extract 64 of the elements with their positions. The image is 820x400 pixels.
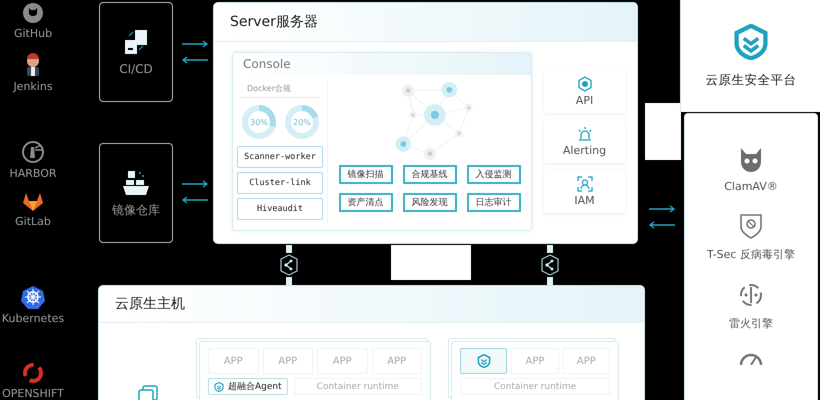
engine-label: 雷火引擎 <box>729 316 773 331</box>
service-label: IAM <box>574 194 595 207</box>
bidirectional-arrows-icon <box>181 180 209 204</box>
document-swap-icon <box>123 28 149 56</box>
bidirectional-arrows-icon <box>181 40 209 64</box>
helm-wheel-icon <box>21 285 45 309</box>
engine-label: T-Sec 反病毒引擎 <box>707 247 795 262</box>
app-slot: APP <box>317 348 368 374</box>
pipeline-label: 镜像仓库 <box>112 202 160 218</box>
worker-module: Hiveaudit <box>237 198 323 220</box>
crosshair-icon <box>738 282 764 308</box>
feature-tag: 风险发现 <box>402 193 456 212</box>
panel-title: Server服务器 <box>230 13 318 31</box>
alarm-light-icon <box>576 126 592 142</box>
graph-node <box>424 104 446 126</box>
feature-tag: 资产清点 <box>338 193 392 212</box>
runtime-layer: Container runtime <box>460 378 610 395</box>
platform-title: 云原生安全平台 <box>706 72 796 88</box>
source-label: GitHub <box>14 27 52 40</box>
source-label: Kubernetes <box>2 312 64 325</box>
source-label: GitLab <box>15 215 51 228</box>
graph-node <box>423 148 436 160</box>
graph-node <box>441 82 457 98</box>
worker-module: Scanner-worker <box>237 146 323 168</box>
agent-label: 超融合Agent <box>228 380 282 393</box>
api-badge-icon <box>576 76 592 92</box>
app-slot: APP <box>262 348 313 374</box>
ring-gauge: 20% <box>284 104 320 140</box>
feature-tag: 日志审计 <box>466 193 520 212</box>
service-label: API <box>576 94 594 107</box>
lighthouse-icon <box>21 140 45 164</box>
source-label: OPENSHIFT <box>2 387 64 400</box>
face-scan-icon <box>576 176 592 192</box>
app-slot: APP <box>511 348 559 374</box>
graph-node <box>408 111 416 119</box>
shield-chevron-logo-icon <box>733 24 769 60</box>
service-label: Alerting <box>562 144 606 157</box>
worker-module: Cluster-link <box>237 172 323 194</box>
pipeline-label: CI/CD <box>119 62 153 76</box>
runtime-layer: Container runtime <box>294 378 422 395</box>
feature-tag: 入侵监测 <box>466 165 520 184</box>
bidirectional-arrows-icon <box>648 205 676 229</box>
speedometer-icon <box>738 351 764 365</box>
source-label: Jenkins <box>13 80 53 93</box>
shield-gear-icon <box>738 213 763 239</box>
section-title: Docker合规 <box>241 81 319 98</box>
shield-chevron-logo-icon <box>476 354 491 368</box>
graph-node <box>454 129 462 138</box>
source-label: HARBOR <box>9 167 57 180</box>
console-title: Console <box>243 57 291 71</box>
ring-gauge: 30% <box>240 104 276 140</box>
shield-chevron-logo-icon <box>214 382 224 392</box>
feature-tag: 合规基线 <box>402 165 456 184</box>
engine-label: ClamAV® <box>724 180 778 193</box>
app-slot: APP <box>208 348 258 374</box>
graph-node <box>395 136 411 152</box>
fox-head-icon <box>22 192 44 212</box>
feature-tag: 镜像扫描 <box>338 165 392 184</box>
panel-title: 云原生主机 <box>115 295 185 313</box>
graph-node <box>464 104 472 112</box>
circular-arrows-icon <box>22 362 44 384</box>
graph-node <box>401 84 414 97</box>
app-slot: APP <box>372 348 422 374</box>
app-slot: APP <box>562 348 610 374</box>
